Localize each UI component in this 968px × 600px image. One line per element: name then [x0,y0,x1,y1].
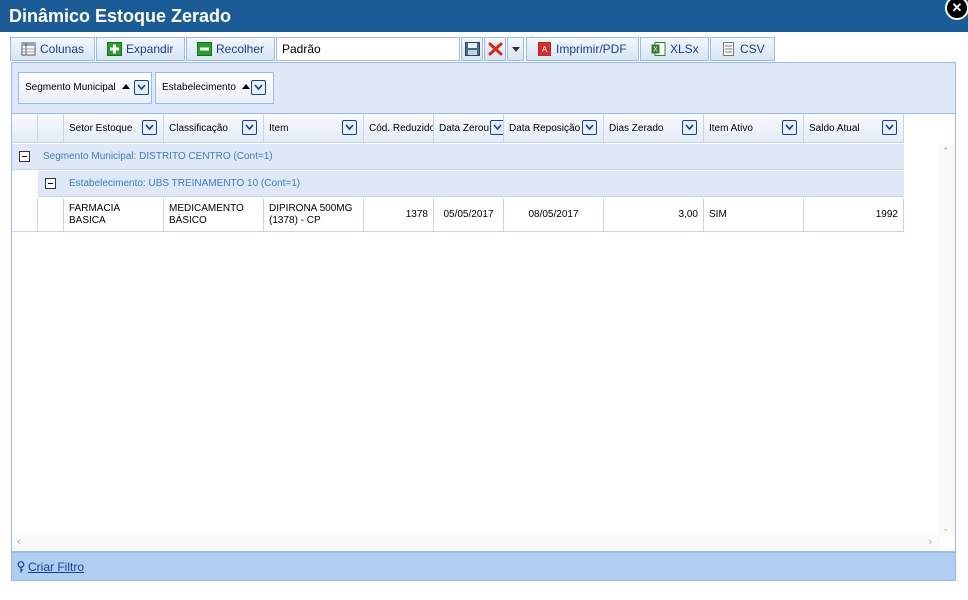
horizontal-scrollbar[interactable]: ‹ › [12,535,940,551]
collapse-icon [197,42,212,56]
scroll-down-icon[interactable]: ⌄ [942,523,950,534]
chevron-down-icon[interactable] [342,120,357,135]
chevron-down-icon[interactable] [134,80,149,95]
floppy-icon [465,42,480,56]
window-title: Dinâmico Estoque Zerado [9,6,232,26]
cell-item: DIPIRONA 500MG (1378) - CP [264,198,364,232]
expand-button[interactable]: Expandir [96,37,185,61]
grid-header: Setor Estoque Classificação Item Cód. Re… [12,114,904,143]
group-chip-segmento[interactable]: Segmento Municipal [18,72,152,104]
window-titlebar: Dinâmico Estoque Zerado [0,0,968,32]
chevron-down-icon [512,47,520,52]
scroll-right-icon[interactable]: › [928,536,932,548]
columns-button[interactable]: Colunas [10,37,95,61]
group-by-bar: Segmento Municipal Estabelecimento [11,62,956,114]
filter-key-icon [17,561,25,573]
chevron-down-icon[interactable] [490,120,503,135]
delete-icon [488,42,503,56]
save-layout-button[interactable] [461,37,483,61]
group-row-label: Estabelecimento: UBS TREINAMENTO 10 (Con… [69,178,301,189]
column-header-dias-zerado[interactable]: Dias Zerado [604,114,704,143]
column-header-saldo[interactable]: Saldo Atual [804,114,904,143]
collapse-label: Recolher [216,42,265,56]
collapse-group-icon[interactable] [19,151,30,162]
group-chip-label: Segmento Municipal [25,82,116,93]
create-filter-link[interactable]: Criar Filtro [28,560,84,574]
column-header-label: Saldo Atual [809,123,860,134]
column-header-label: Data Zerou [439,123,490,134]
expand-label: Expandir [126,42,174,56]
pdf-icon: A [538,42,551,56]
column-header-item-ativo[interactable]: Item Ativo [704,114,804,143]
cell-data-zerou: 05/05/2017 [434,198,504,232]
expand-icon [107,42,122,56]
column-header-label: Item [269,123,289,134]
collapse-group-icon[interactable] [45,178,56,189]
chevron-down-icon[interactable] [142,120,157,135]
cell-data-reposicao: 08/05/2017 [504,198,604,232]
column-header-cod[interactable]: Cód. Reduzido [364,114,434,143]
layout-input[interactable]: Padrão [276,37,460,61]
csv-button[interactable]: CSV [710,37,775,61]
csv-icon [723,42,734,56]
group-row-estabelecimento: Estabelecimento: UBS TREINAMENTO 10 (Con… [38,171,904,197]
chevron-down-icon[interactable] [582,120,597,135]
columns-icon [21,42,36,56]
pivot-grid: Setor Estoque Classificação Item Cód. Re… [11,114,956,552]
column-header-data-zerou[interactable]: Data Zerou [434,114,504,143]
layout-dropdown-button[interactable] [507,37,524,61]
column-header-item[interactable]: Item [264,114,364,143]
svg-text:A: A [542,45,548,54]
chevron-down-icon[interactable] [782,120,797,135]
column-header-label: Cód. Reduzido [369,123,434,134]
collapse-button[interactable]: Recolher [186,37,275,61]
cell-saldo: 1992 [804,198,904,232]
column-header-label: Classificação [169,123,228,134]
chevron-down-icon[interactable] [882,120,897,135]
print-pdf-label: Imprimir/PDF [556,42,627,56]
table-row[interactable]: FARMACIA BASICA MEDICAMENTO BÁSICO DIPIR… [12,198,904,232]
header-spacer [12,114,38,143]
delete-layout-button[interactable] [484,37,506,61]
print-pdf-button[interactable]: A Imprimir/PDF [526,37,639,61]
scroll-left-icon[interactable]: ‹ [17,536,21,548]
chevron-down-icon[interactable] [251,80,266,95]
vertical-scrollbar[interactable]: ⌃ ⌄ [938,144,955,536]
toolbar: Colunas Expandir Recolher Padrão A Impri… [10,37,775,61]
chevron-down-icon[interactable] [682,120,697,135]
columns-label: Colunas [40,42,85,56]
xlsx-button[interactable]: X XLSx [640,37,709,61]
sort-asc-icon [241,84,250,89]
column-header-label: Dias Zerado [609,123,664,134]
footer-bar: Criar Filtro [11,552,956,581]
column-header-label: Setor Estoque [69,123,133,134]
chevron-down-icon[interactable] [242,120,257,135]
svg-text:X: X [653,47,658,54]
cell-classificacao: MEDICAMENTO BÁSICO [164,198,264,232]
scroll-up-icon[interactable]: ⌃ [942,146,950,157]
column-header-classificacao[interactable]: Classificação [164,114,264,143]
xlsx-label: XLSx [670,42,699,56]
column-header-label: Data Reposição [509,123,581,134]
csv-label: CSV [740,42,765,56]
excel-icon: X [651,42,666,56]
close-icon[interactable]: ✕ [945,0,968,20]
cell-dias-zerado: 3,00 [604,198,704,232]
cell-cod: 1378 [364,198,434,232]
header-spacer [38,114,64,143]
group-row-segmento: Segmento Municipal: DISTRITO CENTRO (Con… [12,144,904,170]
cell-item-ativo: SIM [704,198,804,232]
group-chip-estabelecimento[interactable]: Estabelecimento [155,72,274,104]
column-header-setor[interactable]: Setor Estoque [64,114,164,143]
group-row-label: Segmento Municipal: DISTRITO CENTRO (Con… [43,151,273,162]
column-header-label: Item Ativo [709,123,753,134]
cell-setor: FARMACIA BASICA [64,198,164,232]
sort-asc-icon [121,84,130,89]
column-header-data-reposicao[interactable]: Data Reposição [504,114,604,143]
group-chip-label: Estabelecimento [162,82,236,93]
